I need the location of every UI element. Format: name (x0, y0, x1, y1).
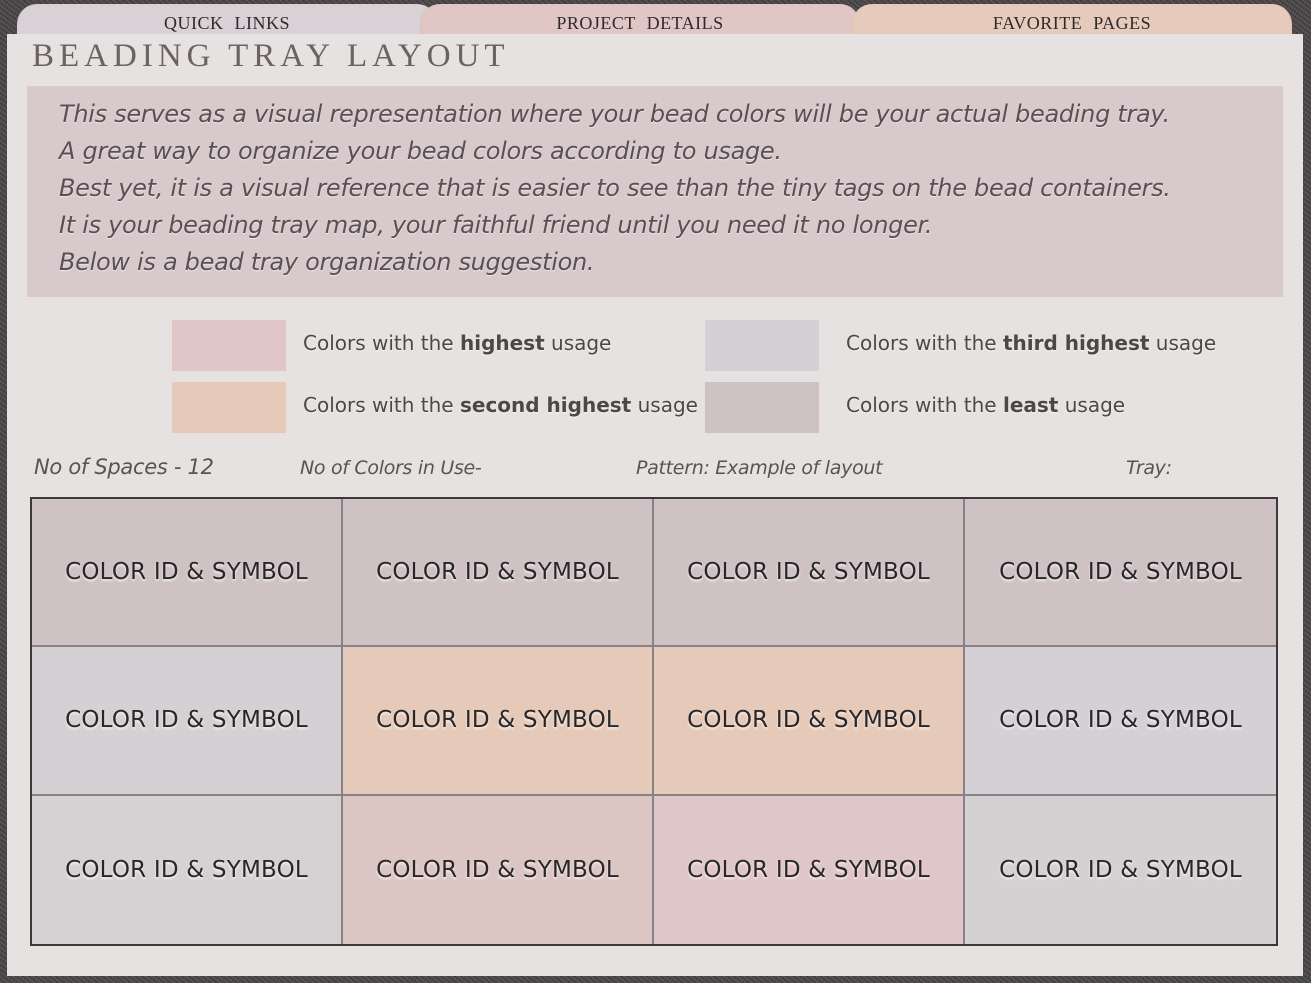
page-content: BEADING TRAY LAYOUT This serves as a vis… (7, 34, 1303, 976)
tray-cell[interactable]: COLOR ID & SYMBOL (654, 795, 965, 944)
intro-line: Best yet, it is a visual reference that … (59, 174, 1171, 202)
page-title: BEADING TRAY LAYOUT (32, 38, 510, 74)
tray-cell[interactable]: COLOR ID & SYMBOL (32, 795, 343, 944)
tray-cell[interactable]: COLOR ID & SYMBOL (32, 647, 343, 796)
tab-label: FAVORITE PAGES (992, 13, 1152, 33)
tray-cell[interactable]: COLOR ID & SYMBOL (965, 499, 1276, 648)
pattern-label: Pattern: Example of layout (636, 457, 883, 479)
tray-cell[interactable]: COLOR ID & SYMBOL (654, 499, 965, 648)
tray-cell[interactable]: COLOR ID & SYMBOL (965, 795, 1276, 944)
legend-label-third-highest: Colors with the third highest usage (846, 331, 1217, 355)
tray-cell[interactable]: COLOR ID & SYMBOL (343, 647, 654, 796)
legend-label-second-highest: Colors with the second highest usage (303, 393, 698, 417)
intro-line: A great way to organize your bead colors… (59, 137, 782, 165)
colors-in-use: No of Colors in Use- (300, 457, 482, 479)
tray-label: Tray: (1126, 457, 1172, 479)
legend-label-highest: Colors with the highest usage (303, 331, 612, 355)
tray-cell[interactable]: COLOR ID & SYMBOL (654, 647, 965, 796)
tray-cell[interactable]: COLOR ID & SYMBOL (32, 499, 343, 648)
spaces-count: No of Spaces - 12 (34, 455, 214, 479)
intro-box: This serves as a visual representation w… (27, 86, 1283, 297)
intro-line: It is your beading tray map, your faithf… (59, 211, 933, 239)
tab-label: QUICK LINKS (164, 13, 290, 33)
legend-label-least: Colors with the least usage (846, 393, 1126, 417)
legend-swatch-second-highest (172, 382, 286, 433)
legend-swatch-highest (172, 320, 286, 371)
intro-line: Below is a bead tray organization sugges… (59, 248, 595, 276)
intro-line: This serves as a visual representation w… (59, 100, 1170, 128)
tray-grid: COLOR ID & SYMBOL COLOR ID & SYMBOL COLOR … (30, 497, 1278, 946)
tab-label: PROJECT DETAILS (556, 13, 724, 33)
legend-swatch-least (705, 382, 819, 433)
legend-swatch-third-highest (705, 320, 819, 371)
tray-cell[interactable]: COLOR ID & SYMBOL (343, 499, 654, 648)
tray-cell[interactable]: COLOR ID & SYMBOL (965, 647, 1276, 796)
tray-cell[interactable]: COLOR ID & SYMBOL (343, 795, 654, 944)
